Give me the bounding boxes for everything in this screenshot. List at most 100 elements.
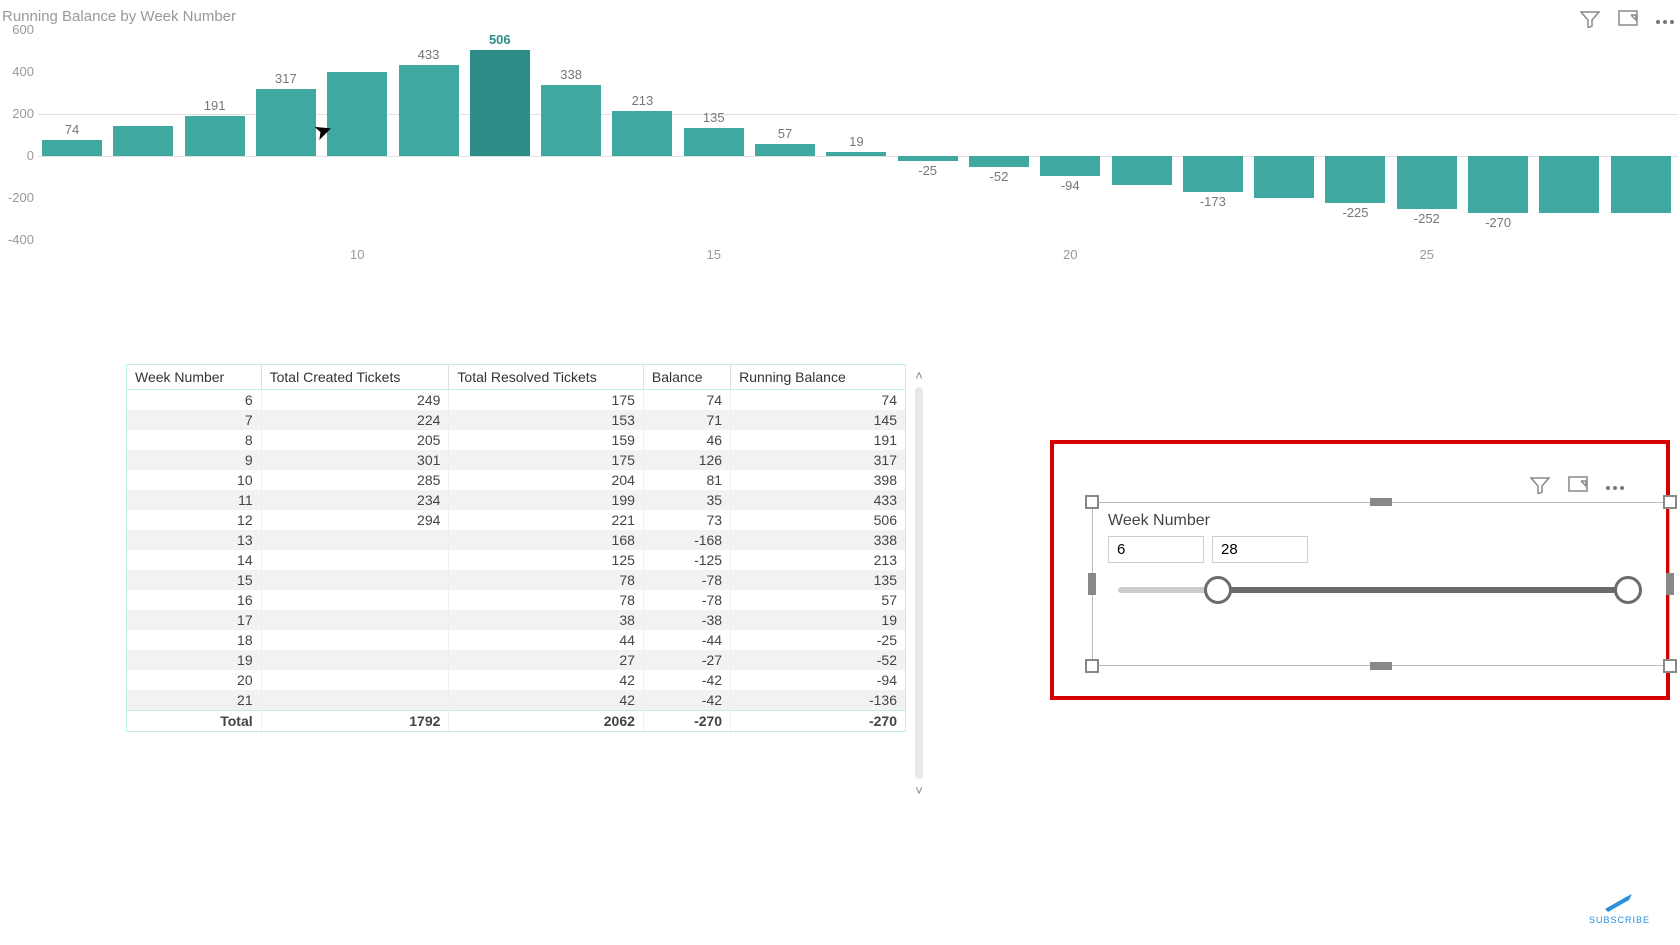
cell-balance: 74 [643, 390, 730, 411]
cell-week: 17 [127, 610, 261, 630]
chart-bar[interactable] [1325, 156, 1385, 203]
week-number-slicer: Week Number [1108, 512, 1656, 593]
chart-bar[interactable] [755, 144, 815, 156]
table-row[interactable]: 820515946191 [127, 430, 905, 450]
chart-plot-area[interactable]: 6004002000-200-4007419131710433506338213… [38, 30, 1678, 240]
cell-created [261, 630, 449, 650]
chart-bar[interactable] [113, 126, 173, 156]
chart-bar[interactable] [541, 85, 601, 156]
cell-balance: -27 [643, 650, 730, 670]
table-row[interactable]: 62491757474 [127, 390, 905, 411]
chart-bar[interactable] [1539, 156, 1599, 213]
cell-running: 135 [731, 570, 905, 590]
cell-balance: 46 [643, 430, 730, 450]
cell-created [261, 610, 449, 630]
scroll-down-icon[interactable]: ˅ [915, 783, 923, 798]
chart-data-label: 338 [541, 67, 601, 82]
resize-handle-icon[interactable] [1663, 659, 1677, 673]
chart-bar[interactable] [969, 156, 1029, 167]
chart-data-label: -225 [1325, 205, 1385, 220]
table-scrollbar[interactable]: ˄ ˅ [912, 368, 926, 798]
chart-bar[interactable] [256, 89, 316, 156]
chart-bar[interactable] [1468, 156, 1528, 213]
cell-balance: 126 [643, 450, 730, 470]
table-row[interactable]: 722415371145 [127, 410, 905, 430]
table-row[interactable]: 1844-44-25 [127, 630, 905, 650]
chart-bar[interactable] [826, 152, 886, 156]
resize-handle-icon[interactable] [1663, 495, 1677, 509]
resize-handle-icon[interactable] [1085, 659, 1099, 673]
chart-bar[interactable] [399, 65, 459, 156]
y-axis-tick: 0 [2, 148, 34, 163]
focus-mode-icon[interactable] [1568, 476, 1588, 499]
resize-handle-icon[interactable] [1666, 573, 1674, 595]
table-row[interactable]: 1028520481398 [127, 470, 905, 490]
cell-running: 317 [731, 450, 905, 470]
slicer-max-input[interactable] [1212, 536, 1308, 563]
more-options-icon[interactable] [1656, 20, 1674, 24]
chart-bar[interactable] [42, 140, 102, 156]
total-resolved: 2062 [449, 711, 644, 732]
slicer-slider-handle-max[interactable] [1614, 576, 1642, 604]
chart-bar[interactable] [612, 111, 672, 156]
filter-icon[interactable] [1530, 476, 1550, 499]
cell-resolved: 38 [449, 610, 644, 630]
table-row[interactable]: 1738-3819 [127, 610, 905, 630]
table-row[interactable]: 13168-168338 [127, 530, 905, 550]
chart-data-label: 213 [612, 93, 672, 108]
chart-bar[interactable] [684, 128, 744, 156]
table-row[interactable]: 1229422173506 [127, 510, 905, 530]
col-header-created[interactable]: Total Created Tickets [261, 365, 449, 390]
slicer-min-input[interactable] [1108, 536, 1204, 563]
resize-handle-icon[interactable] [1085, 495, 1099, 509]
slicer-slider-track[interactable] [1118, 587, 1638, 593]
scroll-track[interactable] [915, 387, 923, 779]
col-header-week[interactable]: Week Number [127, 365, 261, 390]
chart-bar[interactable] [1040, 156, 1100, 176]
cell-created: 234 [261, 490, 449, 510]
table-row[interactable]: 1678-7857 [127, 590, 905, 610]
cell-resolved: 44 [449, 630, 644, 650]
chart-bar[interactable] [1254, 156, 1314, 198]
table-row[interactable]: 1578-78135 [127, 570, 905, 590]
y-axis-tick: 200 [2, 106, 34, 121]
cell-running: 433 [731, 490, 905, 510]
table-row[interactable]: 1927-27-52 [127, 650, 905, 670]
chart-bar[interactable] [1112, 156, 1172, 185]
chart-bar[interactable] [1611, 156, 1671, 213]
table-row[interactable]: 2042-42-94 [127, 670, 905, 690]
y-axis-tick: -200 [2, 190, 34, 205]
col-header-running[interactable]: Running Balance [731, 365, 905, 390]
cell-week: 7 [127, 410, 261, 430]
cell-running: 57 [731, 590, 905, 610]
slicer-slider-handle-min[interactable] [1204, 576, 1232, 604]
chart-data-label: 57 [755, 126, 815, 141]
chart-bar[interactable] [327, 72, 387, 156]
cell-running: 191 [731, 430, 905, 450]
more-options-icon[interactable] [1606, 486, 1624, 490]
x-axis-tick: 25 [1407, 247, 1447, 262]
cell-created [261, 690, 449, 711]
table-row[interactable]: 1123419935433 [127, 490, 905, 510]
col-header-balance[interactable]: Balance [643, 365, 730, 390]
resize-handle-icon[interactable] [1370, 662, 1392, 670]
cell-resolved: 175 [449, 390, 644, 411]
cell-resolved: 175 [449, 450, 644, 470]
table-row[interactable]: 9301175126317 [127, 450, 905, 470]
resize-handle-icon[interactable] [1088, 573, 1096, 595]
chart-bar[interactable] [185, 116, 245, 156]
cell-created [261, 670, 449, 690]
data-table[interactable]: Week Number Total Created Tickets Total … [126, 364, 906, 732]
table-row[interactable]: 2142-42-136 [127, 690, 905, 711]
col-header-resolved[interactable]: Total Resolved Tickets [449, 365, 644, 390]
table-row[interactable]: 14125-125213 [127, 550, 905, 570]
scroll-up-icon[interactable]: ˄ [915, 368, 923, 383]
chart-bar[interactable] [470, 50, 530, 156]
chart-bar[interactable] [898, 156, 958, 161]
chart-data-label: 19 [826, 134, 886, 149]
chart-title: Running Balance by Week Number [2, 8, 236, 25]
resize-handle-icon[interactable] [1370, 498, 1392, 506]
chart-bar[interactable] [1397, 156, 1457, 209]
chart-data-label: 74 [42, 122, 102, 137]
chart-bar[interactable] [1183, 156, 1243, 192]
